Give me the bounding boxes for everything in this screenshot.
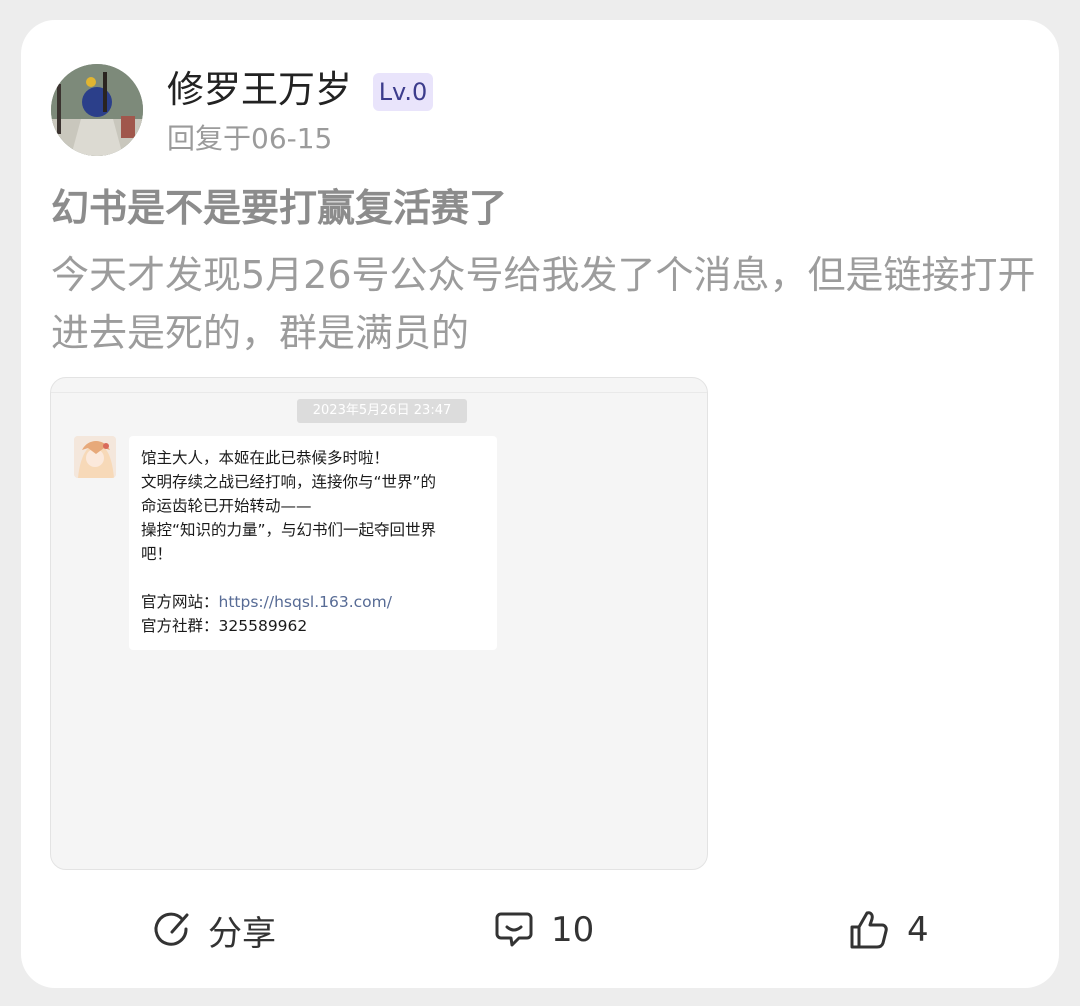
action-bar: 分享 10 4 xyxy=(21,900,1059,960)
message-line: 命运齿轮已开始转动—— xyxy=(141,497,312,515)
group-label: 官方社群： xyxy=(141,617,219,635)
chat-message-text: 馆主大人，本姬在此已恭候多时啦！ 文明存续之战已经打响，连接你与“世界”的 命运… xyxy=(141,446,436,638)
post-body: 今天才发现5月26号公众号给我发了个消息，但是链接打开进去是死的，群是满员的 xyxy=(51,253,1036,355)
screenshot-divider xyxy=(51,392,707,393)
website-row: 官方网站：https://hsqsl.163.com/ xyxy=(141,590,436,614)
post-card: 修罗王万岁 Lv.0 回复于06-15 幻书是不是要打赢复活赛了 今天才发现5月… xyxy=(21,20,1059,988)
comment-button[interactable]: 10 xyxy=(493,900,594,960)
post-title: 幻书是不是要打赢复活赛了 xyxy=(51,186,508,230)
website-label: 官方网站： xyxy=(141,593,219,611)
group-id: 325589962 xyxy=(218,617,308,635)
message-line: 馆主大人，本姬在此已恭候多时啦！ xyxy=(141,449,390,467)
avatar-image xyxy=(51,64,143,156)
share-button[interactable]: 分享 xyxy=(152,900,276,960)
chat-message-bubble: 馆主大人，本姬在此已恭候多时啦！ 文明存续之战已经打响，连接你与“世界”的 命运… xyxy=(129,436,497,650)
website-link: https://hsqsl.163.com/ xyxy=(218,593,392,611)
message-line: 吧！ xyxy=(141,545,173,563)
level-badge: Lv.0 xyxy=(373,73,433,111)
share-label: 分享 xyxy=(208,913,276,954)
message-line: 文明存续之战已经打响，连接你与“世界”的 xyxy=(141,473,437,491)
sender-avatar-image xyxy=(74,436,116,478)
group-row: 官方社群：325589962 xyxy=(141,614,436,638)
reply-time: 回复于06-15 xyxy=(167,122,333,155)
chat-timestamp: 2023年5月26日 23:47 xyxy=(297,399,467,423)
author-avatar[interactable] xyxy=(51,64,143,156)
like-count: 4 xyxy=(907,910,929,950)
attached-screenshot[interactable]: 2023年5月26日 23:47 馆主大人，本姬在此已恭候多时啦！ 文明存续之战… xyxy=(50,377,708,870)
chat-sender-avatar xyxy=(74,436,116,478)
thumbs-up-icon xyxy=(850,911,888,949)
comment-icon xyxy=(495,912,533,947)
message-line: 操控“知识的力量”，与幻书们一起夺回世界 xyxy=(141,521,437,539)
like-button[interactable]: 4 xyxy=(847,900,929,960)
comment-count: 10 xyxy=(551,910,595,950)
author-name[interactable]: 修罗王万岁 xyxy=(167,66,352,114)
share-icon xyxy=(154,912,189,946)
